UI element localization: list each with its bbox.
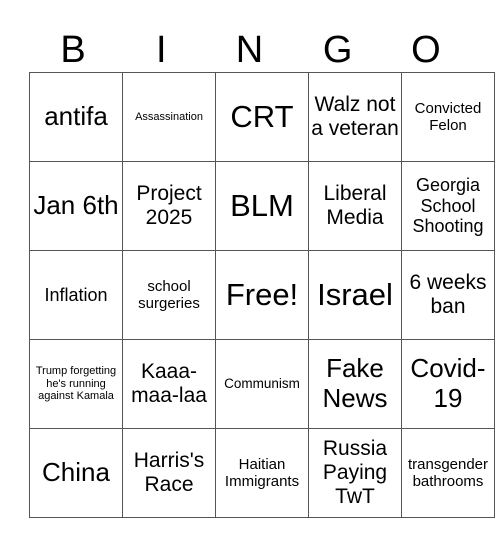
bingo-cell: Jan 6th bbox=[29, 161, 123, 251]
bingo-cell: Assassination bbox=[122, 72, 216, 162]
bingo-cell: Communism bbox=[215, 339, 309, 429]
bingo-cell: Fake News bbox=[308, 339, 402, 429]
bingo-cell: transgender bathrooms bbox=[401, 428, 495, 518]
header-letter-n: N bbox=[235, 29, 264, 71]
bingo-cell: Inflation bbox=[29, 250, 123, 340]
bingo-row: Trump forgetting he's running against Ka… bbox=[29, 339, 495, 429]
bingo-cell: Russia Paying TwT bbox=[308, 428, 402, 518]
bingo-header: B I N G O bbox=[29, 28, 470, 72]
header-letter-o: O bbox=[411, 29, 441, 71]
bingo-cell: Project 2025 bbox=[122, 161, 216, 251]
bingo-cell: Trump forgetting he's running against Ka… bbox=[29, 339, 123, 429]
bingo-cell: Liberal Media bbox=[308, 161, 402, 251]
bingo-cell: Covid-19 bbox=[401, 339, 495, 429]
bingo-cell: Walz not a veteran bbox=[308, 72, 402, 162]
bingo-cell: Harris's Race bbox=[122, 428, 216, 518]
bingo-cell: Convicted Felon bbox=[401, 72, 495, 162]
header-letter-b: B bbox=[60, 29, 86, 71]
bingo-cell: antifa bbox=[29, 72, 123, 162]
bingo-row: Inflation school surgeries Free! Israel … bbox=[29, 250, 495, 340]
bingo-cell: BLM bbox=[215, 161, 309, 251]
bingo-card: antifa Assassination CRT Walz not a vete… bbox=[29, 72, 495, 518]
bingo-cell: China bbox=[29, 428, 123, 518]
bingo-cell: CRT bbox=[215, 72, 309, 162]
bingo-row: antifa Assassination CRT Walz not a vete… bbox=[29, 72, 495, 162]
bingo-cell: Georgia School Shooting bbox=[401, 161, 495, 251]
free-space-cell: Free! bbox=[215, 250, 309, 340]
bingo-cell: Haitian Immigrants bbox=[215, 428, 309, 518]
header-letter-g: G bbox=[322, 29, 353, 71]
bingo-row: Jan 6th Project 2025 BLM Liberal Media G… bbox=[29, 161, 495, 251]
bingo-cell: Kaaa-maa-laa bbox=[122, 339, 216, 429]
bingo-cell: 6 weeks ban bbox=[401, 250, 495, 340]
header-letter-i: I bbox=[156, 29, 167, 71]
bingo-cell: Israel bbox=[308, 250, 402, 340]
bingo-row: China Harris's Race Haitian Immigrants R… bbox=[29, 428, 495, 518]
bingo-cell: school surgeries bbox=[122, 250, 216, 340]
